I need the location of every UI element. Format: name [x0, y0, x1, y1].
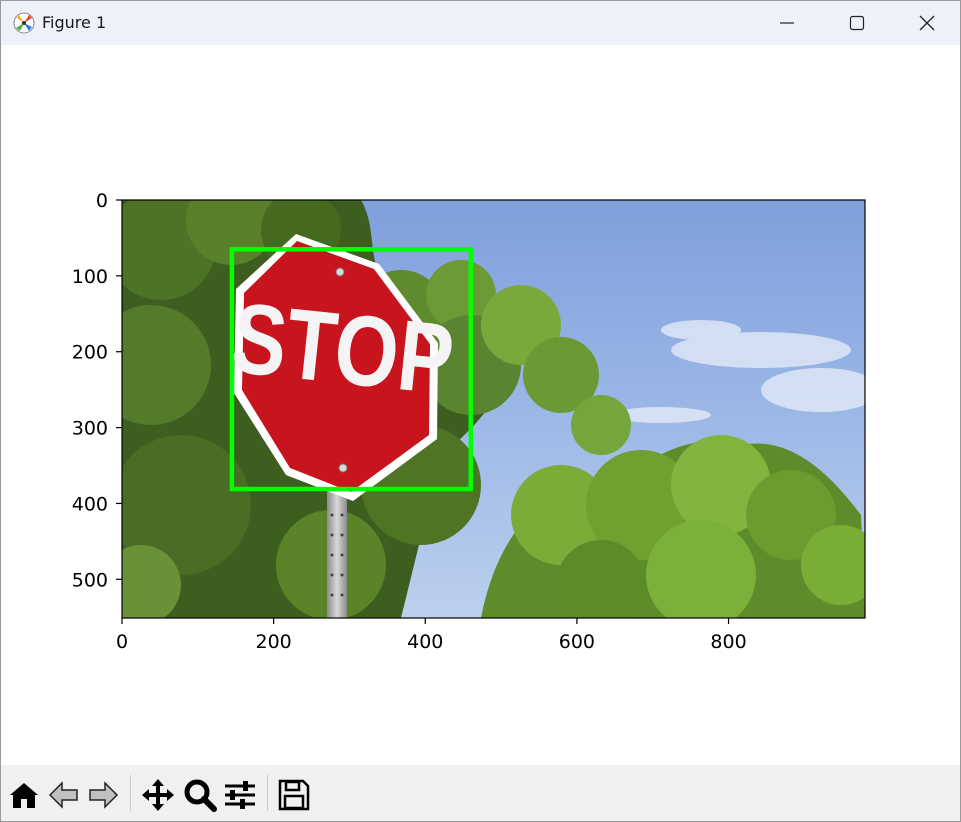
x-tick-label: 800: [710, 631, 746, 653]
save-icon: [278, 779, 310, 811]
y-tick-label: 400: [72, 493, 108, 515]
forward-button[interactable]: [84, 775, 122, 815]
navigation-toolbar: [1, 765, 960, 821]
x-tick-label: 600: [559, 631, 595, 653]
x-tick-label: 200: [255, 631, 291, 653]
y-tick-label: 0: [96, 190, 108, 212]
x-tick-label: 400: [407, 631, 443, 653]
x-axis: 0 200 400 600 800: [116, 618, 747, 653]
toolbar-separator: [267, 775, 268, 811]
plot-area[interactable]: STOP 0 200 400 600 800 0 100 200 300 400 500: [1, 45, 960, 765]
image-photo: STOP: [122, 200, 865, 618]
home-button[interactable]: [5, 775, 43, 815]
back-button[interactable]: [45, 775, 83, 815]
y-tick-label: 500: [72, 569, 108, 591]
pan-icon: [142, 779, 174, 811]
zoom-icon: [184, 779, 217, 812]
window-title: Figure 1: [42, 13, 107, 32]
y-tick-label: 100: [72, 266, 108, 288]
home-icon: [10, 783, 38, 808]
figure-window: Figure 1 STOP 0 200 400 600 800 0 100 20…: [0, 0, 961, 822]
y-axis: 0 100 200 300 400 500: [72, 190, 122, 591]
save-button[interactable]: [275, 775, 313, 815]
minimize-icon: [780, 22, 794, 24]
maximize-button[interactable]: [822, 1, 892, 45]
zoom-button[interactable]: [181, 775, 219, 815]
maximize-icon: [849, 15, 865, 31]
y-tick-label: 300: [72, 418, 108, 440]
back-icon: [48, 781, 78, 809]
matplotlib-app-icon: [13, 12, 35, 34]
forward-icon: [89, 781, 119, 809]
toolbar-separator: [130, 775, 131, 811]
title-bar[interactable]: Figure 1: [1, 1, 960, 45]
configure-subplots-icon: [225, 781, 255, 809]
x-tick-label: 0: [116, 631, 128, 653]
configure-subplots-button[interactable]: [221, 775, 259, 815]
stop-sign-text: STOP: [226, 282, 458, 416]
close-icon: [919, 15, 935, 31]
pan-button[interactable]: [139, 775, 177, 815]
minimize-button[interactable]: [752, 1, 822, 45]
y-tick-label: 200: [72, 342, 108, 364]
close-button[interactable]: [892, 1, 960, 45]
figure-canvas[interactable]: STOP 0 200 400 600 800 0 100 200 300 400 500: [1, 45, 960, 765]
